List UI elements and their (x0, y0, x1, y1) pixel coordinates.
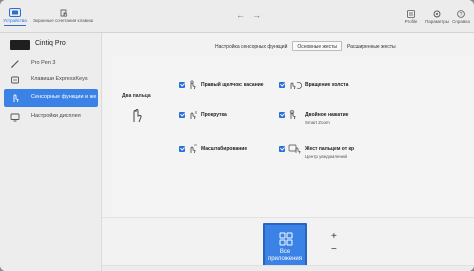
toolbar: Устройства Экранные сочетания клавиш ← →… (0, 0, 474, 33)
tab-basic-gestures[interactable]: Основные жесты (292, 41, 342, 51)
tablet-icon (10, 40, 30, 50)
tab-touch-settings[interactable]: Настройка сенсорных функций (210, 41, 292, 51)
tap-icon (190, 80, 196, 90)
app-window: Устройства Экранные сочетания клавиш ← →… (0, 0, 474, 271)
checkbox-edge-swipe[interactable] (279, 146, 285, 152)
settings-button[interactable]: Параметры (423, 10, 451, 24)
gesture-label: Двойное нажатие (305, 112, 349, 118)
divider (102, 217, 474, 218)
gesture-label: Правый щелчок: касание (201, 82, 264, 88)
pen-icon (11, 60, 19, 68)
gesture-label: Прокрутка (201, 112, 227, 118)
help-label: Справка (452, 19, 470, 24)
checkbox-scroll[interactable] (179, 112, 185, 118)
sidebar-item-expresskeys[interactable]: Клавиши ExpressKeys (4, 71, 98, 89)
gesture-sublabel: Центр уведомлений (305, 154, 347, 159)
sidebar-item-touch[interactable]: Сенсорные функции и же (4, 89, 98, 107)
profile-icon (407, 10, 415, 18)
gesture-label: Жест пальцем от кр (305, 146, 355, 152)
touch-icon (13, 94, 19, 103)
tab-devices-label: Устройства (3, 18, 27, 23)
sidebar-item-label: Настройки дисплея (31, 113, 81, 119)
profile-button[interactable]: Profile (402, 10, 420, 24)
tab-shortcuts-label: Экранные сочетания клавиш (32, 18, 94, 23)
two-finger-label: Два пальца (122, 93, 151, 99)
help-icon: ? (457, 10, 465, 18)
checkbox-double-tap[interactable] (279, 112, 285, 118)
sidebar: Cintiq Pro Pro Pen 3 Клавиши ExpressKeys… (0, 33, 102, 271)
devices-icon (9, 8, 21, 17)
sidebar-item-label: Клавиши ExpressKeys (31, 76, 88, 82)
tab-shortcuts[interactable]: Экранные сочетания клавиш (28, 9, 98, 23)
display-icon (10, 113, 20, 122)
rotate-icon (290, 82, 302, 90)
scroll-icon (190, 111, 197, 120)
double-tap-icon (289, 110, 296, 120)
sidebar-item-label: Pro Pen 3 (31, 60, 56, 66)
grid-icon (279, 232, 293, 246)
sidebar-item-display[interactable]: Настройки дисплея (4, 108, 98, 126)
forward-icon[interactable]: → (252, 10, 261, 20)
bottom-strip (102, 265, 474, 271)
settings-label: Параметры (425, 19, 449, 24)
gear-icon (433, 10, 441, 18)
all-apps-label-line2: приложения (267, 256, 303, 262)
gesture-label: Вращение холста (305, 82, 349, 88)
two-finger-hand-icon (133, 108, 142, 123)
tab-devices[interactable]: Устройства (2, 8, 28, 26)
pinch-zoom-icon (190, 144, 197, 154)
tab-advanced-gestures[interactable]: Расширенные жесты (342, 41, 401, 51)
all-apps-tile[interactable]: Все приложения (263, 223, 307, 267)
checkbox-zoom[interactable] (179, 146, 185, 152)
device-selector[interactable]: Cintiq Pro (4, 36, 100, 52)
checkbox-rotate[interactable] (279, 82, 285, 88)
all-apps-label: Все приложения (265, 249, 305, 263)
all-apps-label-line1: Все (279, 249, 291, 255)
gesture-sublabel: Smart Zoom (305, 120, 330, 125)
main-panel: Настройка сенсорных функций Основные жес… (102, 33, 474, 271)
help-button[interactable]: ? Справка (449, 10, 473, 24)
gesture-label: Масштабирование (201, 146, 248, 152)
keyboard-shortcut-icon (60, 9, 67, 17)
remove-app-button[interactable]: − (331, 244, 337, 255)
profile-label: Profile (404, 19, 418, 24)
tab-bar: Настройка сенсорных функций Основные жес… (210, 41, 401, 51)
back-icon[interactable]: ← (236, 10, 245, 20)
expresskeys-icon (11, 76, 19, 84)
svg-text:?: ? (460, 12, 463, 18)
edge-swipe-icon (288, 144, 301, 154)
device-name: Cintiq Pro (35, 40, 66, 47)
add-app-button[interactable]: + (331, 231, 337, 242)
sidebar-item-label: Сенсорные функции и же (31, 94, 97, 100)
checkbox-tap-click[interactable] (179, 82, 185, 88)
